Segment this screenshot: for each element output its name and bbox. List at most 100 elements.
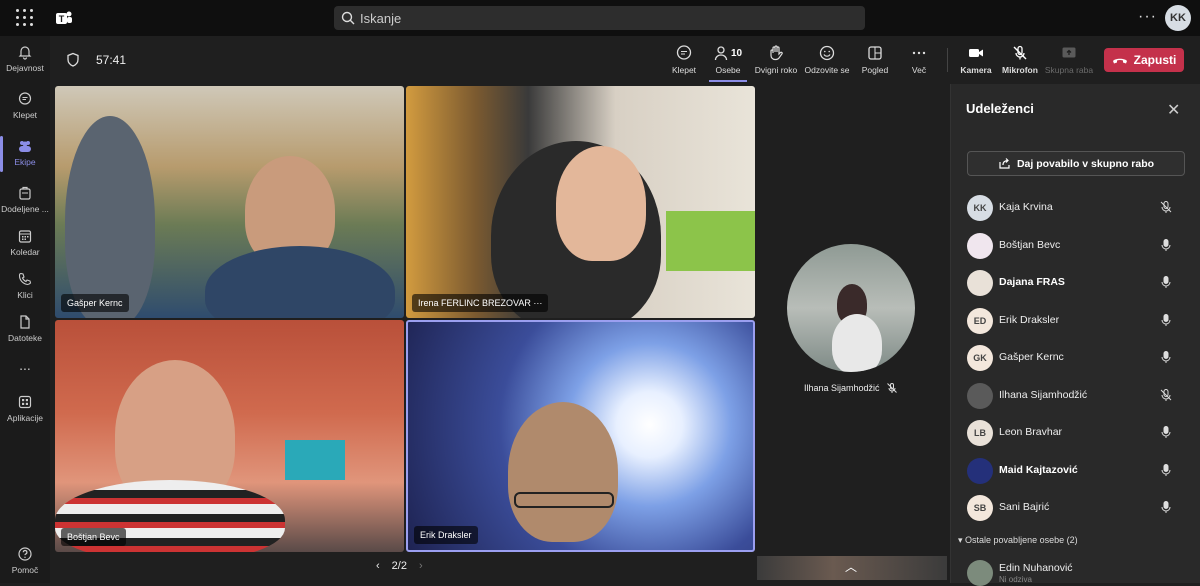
- avatar: [967, 232, 993, 259]
- search-icon: [341, 11, 355, 25]
- raise-hand-button[interactable]: Dvigni roko: [751, 44, 801, 75]
- teams-logo-icon: T: [56, 11, 72, 24]
- user-avatar[interactable]: KK: [1165, 5, 1191, 31]
- list-item[interactable]: KK Kaja Krvina: [951, 189, 1200, 227]
- rail-item-label: Klepet: [12, 110, 38, 120]
- rail-item-teams[interactable]: Ekipe: [0, 130, 50, 178]
- video-tile[interactable]: Irena FERLINC BREZOVAR ···: [406, 86, 755, 318]
- participant-body: [205, 246, 395, 318]
- panel-title: Udeleženci: [966, 101, 1034, 116]
- participant-name: Ilhana Sijamhodžić: [804, 382, 898, 394]
- shield-icon[interactable]: [66, 52, 80, 68]
- hang-up-icon: [1112, 58, 1127, 64]
- rail-item-chat[interactable]: Klepet: [0, 83, 50, 131]
- rail-item-label: Datoteke: [7, 333, 43, 343]
- share-invite-label: Daj povabilo v skupno rabo: [1016, 157, 1155, 170]
- people-icon: [714, 46, 728, 61]
- rail-item-label: Dejavnost: [6, 63, 44, 73]
- video-tile-active-speaker[interactable]: Erik Draksler: [406, 320, 755, 552]
- participant-name: Edin Nuhanović: [999, 562, 1073, 574]
- participant-name: Erik Draksler: [999, 313, 1060, 326]
- list-item[interactable]: Edin Nuhanović Ni odziva: [951, 554, 1200, 586]
- hand-icon: [770, 45, 783, 61]
- teams-icon: [19, 141, 31, 152]
- search-input[interactable]: [360, 6, 850, 30]
- meeting-control-bar: 57:41 Klepet 10 Osebe Dvigni roko Odzovi…: [50, 36, 1200, 84]
- list-item[interactable]: SB Sani Bajrić: [951, 489, 1200, 527]
- list-item[interactable]: Maid Kajtazović: [951, 452, 1200, 490]
- chevron-up-icon[interactable]: ︿: [845, 558, 857, 575]
- rail-item-label: Koledar: [10, 247, 40, 257]
- chat-icon: [18, 92, 32, 105]
- mic-off-icon: [1160, 388, 1172, 401]
- mic-off-icon: [1160, 201, 1172, 213]
- chat-button[interactable]: Klepet: [661, 44, 707, 75]
- chat-button-label: Klepet: [671, 65, 697, 75]
- rail-item-help[interactable]: Pomoč: [0, 538, 50, 586]
- more-actions-button[interactable]: Več: [896, 44, 942, 75]
- app-launcher-icon[interactable]: [16, 9, 34, 27]
- mic-icon: [1161, 501, 1171, 513]
- leave-button[interactable]: Zapusti: [1104, 48, 1184, 72]
- participant-face: [556, 146, 646, 261]
- react-button[interactable]: Odzovite se: [802, 44, 852, 75]
- camera-button[interactable]: Kamera: [953, 44, 999, 75]
- view-button[interactable]: Pogled: [852, 44, 898, 75]
- rail-item-activity[interactable]: Dejavnost: [0, 36, 50, 84]
- apps-icon: [18, 395, 32, 409]
- close-icon[interactable]: ✕: [1167, 100, 1180, 120]
- more-label: Več: [911, 65, 927, 75]
- participant-name-label: Boštjan Bevc: [61, 528, 126, 546]
- participant-name-label: Irena FERLINC BREZOVAR ···: [412, 294, 549, 312]
- furniture-shape: [285, 440, 345, 480]
- mic-icon: [1161, 313, 1171, 326]
- search-box[interactable]: [334, 6, 865, 30]
- camera-label: Kamera: [960, 65, 992, 75]
- mic-button[interactable]: Mikrofon: [997, 44, 1043, 75]
- participant-avatar[interactable]: [787, 244, 915, 372]
- participant-name: Leon Bravhar: [999, 426, 1063, 438]
- rail-item-files[interactable]: Datoteke: [0, 306, 50, 354]
- mic-off-icon: [1013, 45, 1027, 60]
- video-tile[interactable]: Gašper Kernc: [55, 86, 404, 318]
- page-indicator: 2/2: [391, 560, 407, 572]
- chevron-left-icon[interactable]: ‹: [376, 560, 380, 572]
- list-item[interactable]: Dajana FRAS: [951, 264, 1200, 302]
- mic-icon: [1161, 463, 1171, 476]
- participant-name: Boštjan Bevc: [999, 238, 1061, 251]
- list-item[interactable]: Ilhana Sijamhodžić: [951, 377, 1200, 415]
- app-rail: Dejavnost Klepet Ekipe Dodeljene ... Kol…: [0, 36, 50, 583]
- list-item[interactable]: ED Erik Draksler: [951, 302, 1200, 340]
- gallery-pager: ‹ 2/2 ›: [376, 560, 423, 572]
- people-button[interactable]: 10 Osebe: [705, 44, 751, 82]
- rail-item-apps[interactable]: Aplikacije: [0, 386, 50, 434]
- list-item[interactable]: Boštjan Bevc: [951, 227, 1200, 265]
- meeting-timer: 57:41: [96, 53, 127, 67]
- video-stage: Gašper Kernc Irena FERLINC BREZOVAR ··· …: [50, 84, 950, 583]
- view-label: Pogled: [861, 65, 889, 75]
- share-icon: [999, 158, 1010, 169]
- more-options-icon[interactable]: ···: [1138, 8, 1157, 26]
- more-icon: ...: [19, 357, 31, 373]
- svg-text:T: T: [59, 14, 65, 24]
- list-item[interactable]: LB Leon Bravhar: [951, 414, 1200, 452]
- participant-body: [832, 314, 882, 372]
- video-strip-thumbnails[interactable]: ︿: [757, 556, 947, 580]
- tile-more-icon[interactable]: ···: [533, 298, 542, 308]
- camera-icon: [969, 49, 983, 57]
- rail-item-calendar[interactable]: Koledar: [0, 220, 50, 268]
- video-tile[interactable]: Boštjan Bevc: [55, 320, 404, 552]
- avatar: SB: [967, 495, 993, 521]
- rail-item-calls[interactable]: Klici: [0, 263, 50, 311]
- chat-icon: [676, 45, 692, 60]
- help-icon: [18, 547, 32, 561]
- share-invite-button[interactable]: Daj povabilo v skupno rabo: [967, 151, 1185, 176]
- share-screen-icon: [1062, 47, 1076, 58]
- chevron-right-icon[interactable]: ›: [419, 560, 423, 572]
- other-invited-section[interactable]: ▾ Ostale povabljene osebe (2): [958, 535, 1078, 546]
- rail-item-assignments[interactable]: Dodeljene ...: [0, 177, 50, 225]
- list-item[interactable]: GK Gašper Kernc: [951, 339, 1200, 377]
- rail-item-label: Ekipe: [14, 157, 36, 167]
- share-screen-button[interactable]: Skupna raba: [1043, 44, 1095, 75]
- mic-icon: [1161, 276, 1171, 288]
